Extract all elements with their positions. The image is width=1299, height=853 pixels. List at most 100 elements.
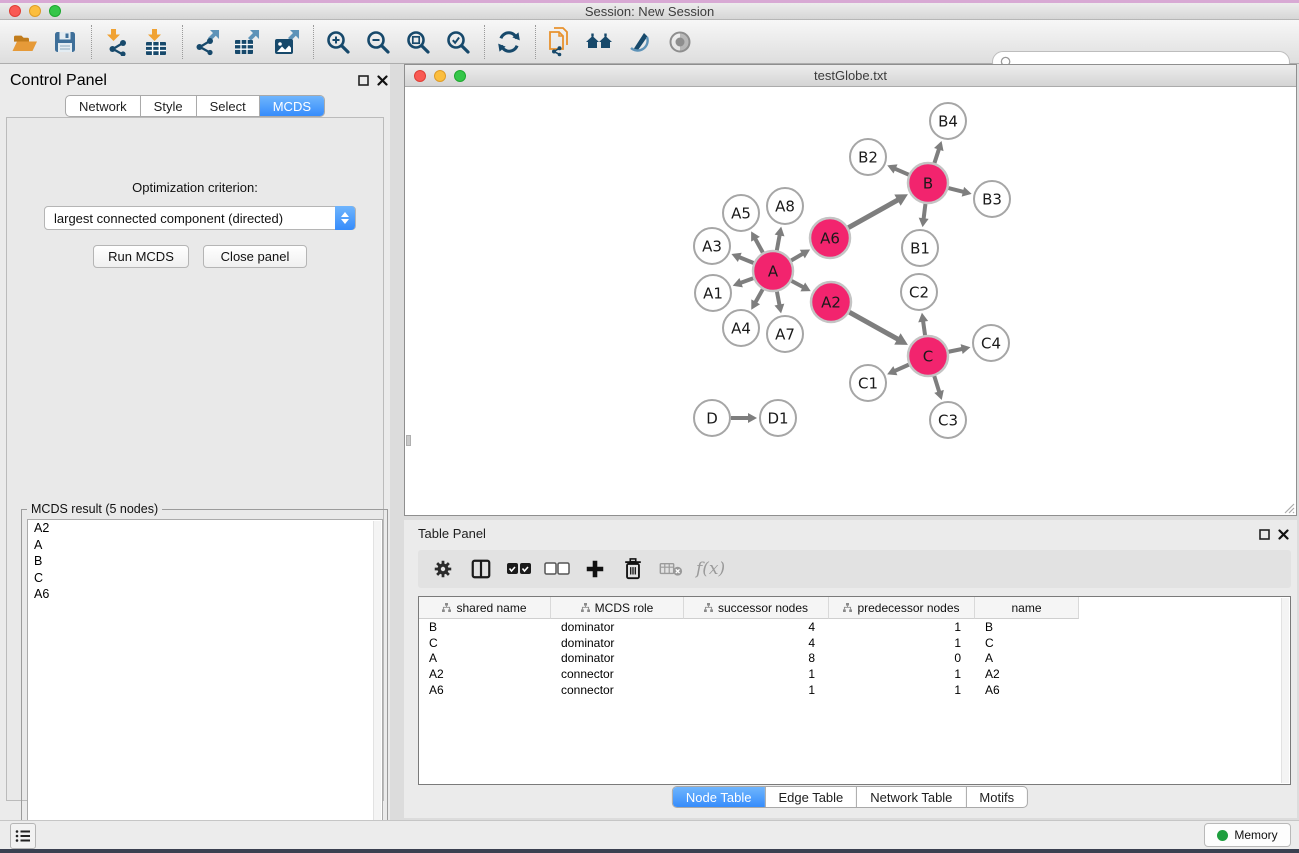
cell-name[interactable]: A — [975, 650, 1079, 666]
cell-mcds-role[interactable]: dominator — [551, 635, 684, 651]
delete-table-button[interactable] — [658, 556, 684, 582]
tab-select[interactable]: Select — [196, 96, 259, 116]
graph-edge-C-C1[interactable] — [887, 365, 909, 376]
graph-edge-A2-C[interactable] — [849, 312, 908, 345]
table-row[interactable]: A2connector11A2 — [419, 666, 1290, 682]
graph-edge-A6-B[interactable] — [848, 194, 908, 227]
float-table-panel-button[interactable] — [1259, 527, 1270, 545]
select-all-button[interactable] — [506, 556, 532, 582]
graph-node-D1[interactable]: D1 — [760, 400, 796, 436]
graph-node-A3[interactable]: A3 — [694, 228, 730, 264]
column-header-predecessor-nodes[interactable]: predecessor nodes — [829, 597, 975, 619]
cell-successor-nodes[interactable]: 1 — [684, 682, 829, 698]
tab-edge-table[interactable]: Edge Table — [764, 787, 856, 807]
mcds-result-item[interactable]: A6 — [28, 586, 382, 603]
cell-name[interactable]: C — [975, 635, 1079, 651]
add-row-button[interactable] — [582, 556, 608, 582]
float-panel-button[interactable] — [358, 73, 369, 91]
cell-shared-name[interactable]: C — [419, 635, 551, 651]
memory-button[interactable]: Memory — [1204, 823, 1291, 847]
graph-node-C2[interactable]: C2 — [901, 274, 937, 310]
graph-node-B3[interactable]: B3 — [974, 181, 1010, 217]
graph-edge-C-C3[interactable] — [934, 376, 944, 400]
tab-motifs[interactable]: Motifs — [965, 787, 1027, 807]
cell-predecessor-nodes[interactable]: 1 — [829, 619, 975, 635]
mcds-result-item[interactable]: A — [28, 537, 382, 554]
network-canvas[interactable]: AA1A2A3A4A5A6A7A8BB1B2B3B4CC1C2C3C4DD1 — [405, 87, 1296, 515]
graph-node-A4[interactable]: A4 — [723, 310, 759, 346]
list-scrollbar[interactable] — [373, 521, 381, 847]
canvas-scroll-thumb[interactable] — [406, 435, 411, 446]
column-header-name[interactable]: name — [975, 597, 1079, 619]
cell-shared-name[interactable]: A — [419, 650, 551, 666]
graph-edge-C-C4[interactable] — [949, 344, 971, 354]
zoom-fit-button[interactable] — [403, 27, 433, 57]
graph-edge-B-B1[interactable] — [919, 204, 929, 227]
zoom-in-button[interactable] — [323, 27, 353, 57]
home-button[interactable] — [585, 27, 615, 57]
annotation-mode-button[interactable] — [625, 27, 655, 57]
graph-edge-A-A6[interactable] — [791, 250, 810, 261]
tab-network-table[interactable]: Network Table — [856, 787, 965, 807]
zoom-out-button[interactable] — [363, 27, 393, 57]
cell-predecessor-nodes[interactable]: 0 — [829, 650, 975, 666]
close-panel-action-button[interactable]: Close panel — [203, 245, 307, 268]
graph-edge-A-A8[interactable] — [775, 227, 785, 251]
import-network-button[interactable] — [101, 27, 131, 57]
graph-edge-A-A1[interactable] — [733, 278, 754, 287]
graph-edge-D-D1[interactable] — [731, 413, 757, 423]
cell-shared-name[interactable]: A2 — [419, 666, 551, 682]
cell-successor-nodes[interactable]: 1 — [684, 666, 829, 682]
mcds-result-item[interactable]: C — [28, 570, 382, 587]
zoom-selected-button[interactable] — [443, 27, 473, 57]
export-image-button[interactable] — [272, 27, 302, 57]
cell-name[interactable]: A6 — [975, 682, 1079, 698]
graph-node-A1[interactable]: A1 — [695, 275, 731, 311]
table-scrollbar[interactable] — [1281, 598, 1289, 783]
graph-node-C[interactable]: C — [908, 336, 948, 376]
cell-successor-nodes[interactable]: 4 — [684, 619, 829, 635]
tab-node-table[interactable]: Node Table — [673, 787, 765, 807]
table-settings-button[interactable] — [430, 556, 456, 582]
graph-edge-B-B4[interactable] — [934, 141, 944, 163]
cell-predecessor-nodes[interactable]: 1 — [829, 635, 975, 651]
cell-successor-nodes[interactable]: 8 — [684, 650, 829, 666]
show-hide-graphics-button[interactable] — [665, 27, 695, 57]
mcds-result-item[interactable]: A2 — [28, 520, 382, 537]
criterion-dropdown[interactable]: largest connected component (directed) — [44, 206, 356, 230]
new-network-from-selection-button[interactable] — [545, 27, 575, 57]
cell-shared-name[interactable]: A6 — [419, 682, 551, 698]
column-header-shared-name[interactable]: shared name — [419, 597, 551, 619]
graph-node-B[interactable]: B — [908, 163, 948, 203]
graph-edge-A-A3[interactable] — [731, 253, 753, 263]
refresh-button[interactable] — [494, 27, 524, 57]
cell-name[interactable]: B — [975, 619, 1079, 635]
export-table-button[interactable] — [232, 27, 262, 57]
import-table-button[interactable] — [141, 27, 171, 57]
graph-node-A5[interactable]: A5 — [723, 195, 759, 231]
cell-successor-nodes[interactable]: 4 — [684, 635, 829, 651]
graph-edge-A-A7[interactable] — [774, 292, 784, 314]
column-header-successor-nodes[interactable]: successor nodes — [684, 597, 829, 619]
table-row[interactable]: Cdominator41C — [419, 635, 1290, 651]
graph-node-C3[interactable]: C3 — [930, 402, 966, 438]
table-row[interactable]: A6connector11A6 — [419, 682, 1290, 698]
run-mcds-button[interactable]: Run MCDS — [93, 245, 189, 268]
function-builder-button[interactable]: f(x) — [696, 556, 725, 582]
cell-shared-name[interactable]: B — [419, 619, 551, 635]
graph-edge-A-A5[interactable] — [751, 231, 763, 252]
column-header-mcds-role[interactable]: MCDS role — [551, 597, 684, 619]
column-visibility-button[interactable] — [468, 556, 494, 582]
graph-node-B2[interactable]: B2 — [850, 139, 886, 175]
graph-node-A6[interactable]: A6 — [810, 218, 850, 258]
deselect-all-button[interactable] — [544, 556, 570, 582]
graph-edge-C-C2[interactable] — [918, 313, 928, 335]
cell-mcds-role[interactable]: connector — [551, 682, 684, 698]
graph-node-A[interactable]: A — [753, 251, 793, 291]
tab-network[interactable]: Network — [66, 96, 140, 116]
cell-mcds-role[interactable]: dominator — [551, 619, 684, 635]
tab-style[interactable]: Style — [140, 96, 196, 116]
export-network-button[interactable] — [192, 27, 222, 57]
graph-edge-A-A4[interactable] — [751, 289, 762, 309]
cell-mcds-role[interactable]: connector — [551, 666, 684, 682]
